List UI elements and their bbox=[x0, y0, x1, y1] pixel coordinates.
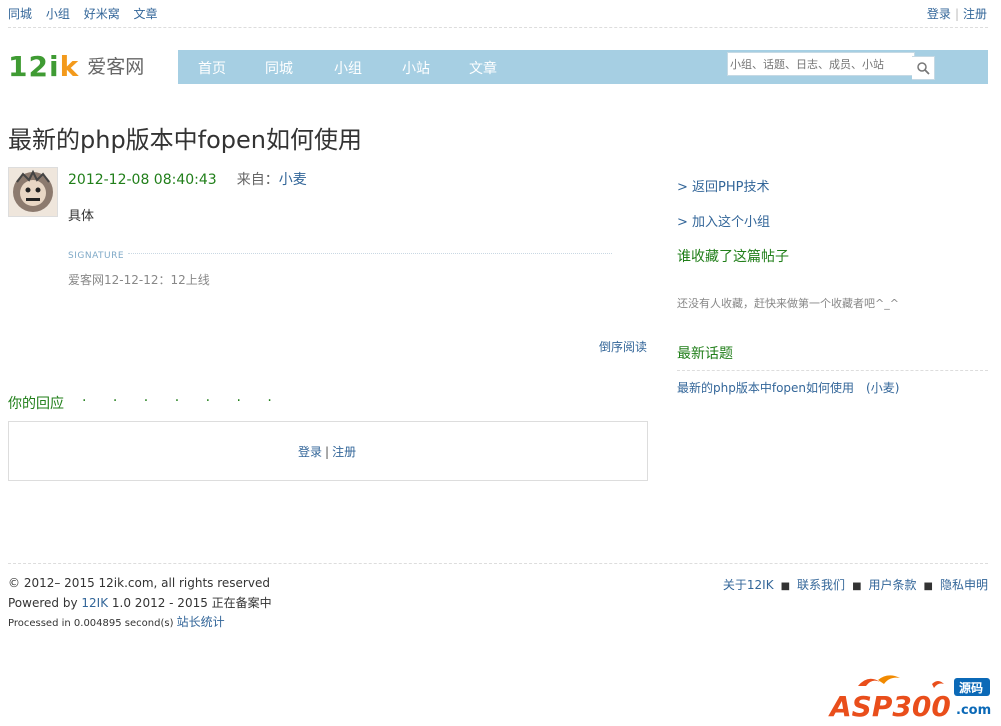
top-divider bbox=[8, 27, 988, 28]
latest-topic-author[interactable]: (小麦) bbox=[866, 381, 899, 395]
watermark-graphic: ASP300 源码 .com bbox=[828, 675, 991, 723]
site-logo[interactable]: 12ik 爱客网 bbox=[8, 50, 144, 84]
logo-mark-12i: 12i bbox=[8, 50, 60, 83]
reverse-read-link[interactable]: 倒序阅读 bbox=[599, 338, 647, 355]
post-meta: 2012-12-08 08:40:43 来自：小麦 bbox=[68, 169, 307, 189]
top-link-city[interactable]: 同城 bbox=[8, 7, 32, 21]
nav-item-home[interactable]: 首页 bbox=[198, 58, 226, 78]
search-button[interactable] bbox=[912, 56, 935, 80]
nav-item-city[interactable]: 同城 bbox=[265, 58, 293, 78]
powered-prefix: Powered by bbox=[8, 596, 78, 610]
signature-label: SIGNATURE bbox=[68, 251, 129, 261]
page-title: 最新的php版本中fopen如何使用 bbox=[8, 126, 363, 154]
top-links: 同城 小组 好米窝 文章 bbox=[8, 5, 168, 22]
separator: ■ bbox=[852, 581, 862, 592]
top-login-link[interactable]: 登录 bbox=[927, 7, 951, 21]
post-date: 2012-12-08 08:40:43 bbox=[68, 172, 217, 188]
footer-processed: Processed in 0.004895 second(s) 站长统计 bbox=[8, 613, 225, 630]
search-icon bbox=[917, 62, 930, 75]
footer-link-about[interactable]: 关于12IK bbox=[723, 578, 774, 592]
footer-powered: Powered by 12IK 1.0 2012 - 2015 正在备案中 bbox=[8, 594, 272, 611]
latest-topic-item: 最新的php版本中fopen如何使用 (小麦) bbox=[677, 379, 899, 396]
search-input[interactable] bbox=[727, 52, 915, 76]
top-auth: 登录 | 注册 bbox=[927, 5, 987, 22]
top-bar: 同城 小组 好米窝 文章 登录 | 注册 bbox=[0, 0, 1001, 26]
latest-topics-heading: 最新话题 bbox=[677, 346, 733, 362]
footer-link-contact[interactable]: 联系我们 bbox=[797, 578, 845, 592]
logo-mark: 12ik bbox=[8, 50, 79, 83]
reply-box: 登录 | 注册 bbox=[8, 421, 648, 481]
footer-link-terms[interactable]: 用户条款 bbox=[869, 578, 917, 592]
signature-divider: SIGNATURE bbox=[68, 247, 612, 261]
nav-item-sites[interactable]: 小站 bbox=[402, 58, 430, 78]
join-group-link[interactable]: > 加入这个小组 bbox=[677, 211, 770, 230]
dotted-divider bbox=[128, 253, 612, 254]
author-link[interactable]: 小麦 bbox=[279, 172, 307, 188]
search-box bbox=[727, 52, 935, 80]
powered-suffix: 1.0 2012 - 2015 正在备案中 bbox=[111, 596, 272, 610]
separator: ■ bbox=[923, 581, 933, 592]
logo-text: 爱客网 bbox=[87, 56, 145, 78]
reply-heading: 你的回应 bbox=[8, 396, 64, 412]
separator: ■ bbox=[780, 581, 791, 592]
powered-link[interactable]: 12IK bbox=[81, 596, 108, 610]
reply-auth-links: 登录 | 注册 bbox=[298, 443, 356, 460]
main-nav: 首页 同城 小组 小站 文章 bbox=[178, 50, 988, 84]
reply-login-link[interactable]: 登录 bbox=[298, 445, 322, 459]
top-link-articles[interactable]: 文章 bbox=[134, 7, 158, 21]
favorites-empty-text: 还没有人收藏，赶快来做第一个收藏者吧^_^ bbox=[677, 297, 899, 310]
reply-register-link[interactable]: 注册 bbox=[332, 445, 356, 459]
top-link-haomiwo[interactable]: 好米窝 bbox=[84, 7, 120, 21]
watermark-text: ASP300 bbox=[828, 690, 951, 722]
latest-topic-link[interactable]: 最新的php版本中fopen如何使用 bbox=[677, 381, 854, 395]
nav-item-groups[interactable]: 小组 bbox=[334, 58, 362, 78]
avatar-image bbox=[9, 168, 57, 216]
from-label: 来自： bbox=[236, 172, 279, 188]
watermark-logo: ASP300 源码 .com bbox=[828, 672, 994, 723]
watermark-badge: 源码 bbox=[959, 680, 983, 695]
post-body: 具体 bbox=[68, 209, 95, 224]
reply-heading-dots: · · · · · · · bbox=[82, 393, 283, 409]
nav-item-articles[interactable]: 文章 bbox=[469, 58, 497, 78]
separator: | bbox=[325, 445, 330, 459]
sidebar-divider bbox=[677, 370, 988, 371]
footer-links: 关于12IK ■ 联系我们 ■ 用户条款 ■ 隐私申明 bbox=[723, 576, 988, 593]
top-link-groups[interactable]: 小组 bbox=[46, 7, 70, 21]
footer-divider bbox=[8, 563, 988, 564]
back-to-group-link[interactable]: > 返回PHP技术 bbox=[677, 176, 769, 195]
footer-link-privacy[interactable]: 隐私申明 bbox=[940, 578, 988, 592]
favorites-heading: 谁收藏了这篇帖子 bbox=[677, 249, 789, 265]
separator: | bbox=[954, 7, 959, 21]
processed-text: Processed in 0.004895 second(s) bbox=[8, 618, 174, 629]
top-register-link[interactable]: 注册 bbox=[963, 7, 987, 21]
stats-link[interactable]: 站长统计 bbox=[177, 615, 225, 629]
avatar[interactable] bbox=[8, 167, 58, 217]
logo-mark-k: k bbox=[59, 50, 80, 83]
footer-copyright: © 2012– 2015 12ik.com, all rights reserv… bbox=[8, 576, 270, 590]
signature-text: 爱客网12-12-12：12上线 bbox=[68, 273, 210, 287]
watermark-url: .com bbox=[956, 703, 991, 718]
